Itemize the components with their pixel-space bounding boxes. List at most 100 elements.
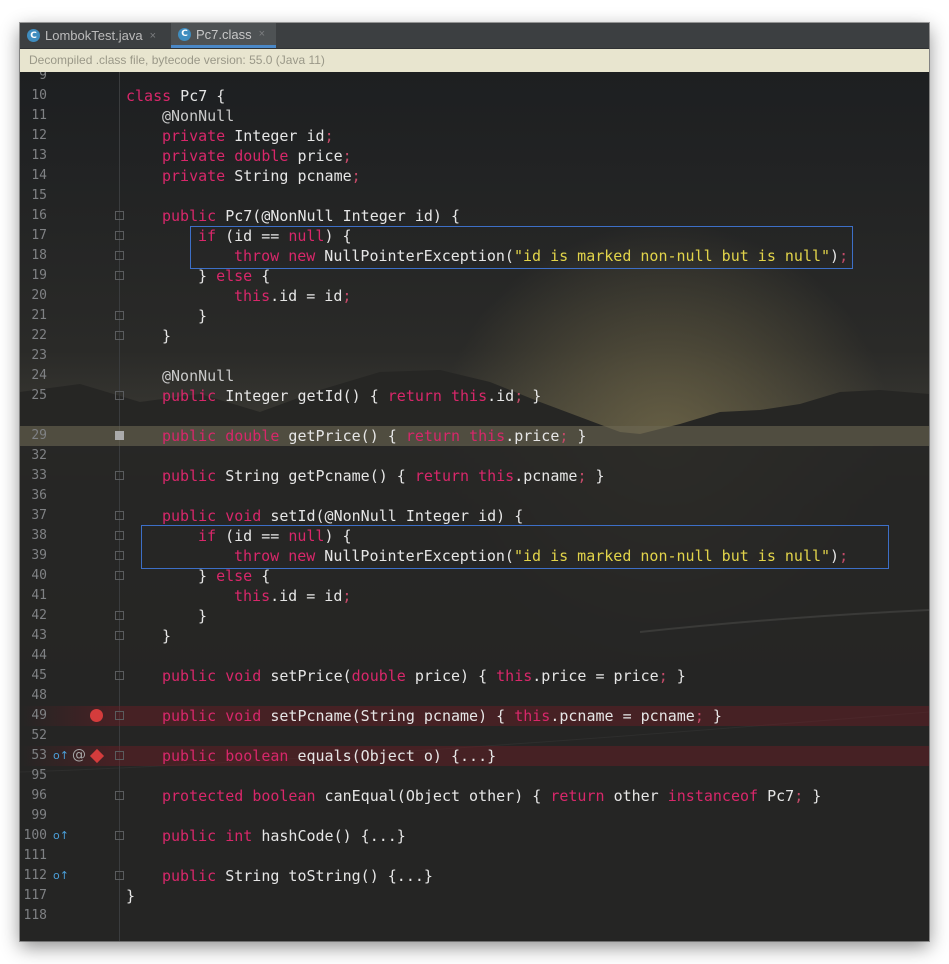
line-number: 12 (31, 128, 47, 143)
code-text: } (162, 327, 172, 345)
code-text: } else { (198, 267, 271, 285)
line-number: 20 (31, 288, 47, 303)
highlight-box (141, 525, 889, 569)
code-text: public Pc7(@NonNull Integer id) { (162, 207, 461, 225)
code-line: 53 public boolean equals(Object o) {...} (20, 746, 929, 766)
notice-text: Decompiled .class file, bytecode version… (29, 53, 325, 67)
breakpoint-icon[interactable] (90, 709, 103, 722)
code-line: 96 protected boolean canEqual(Object oth… (20, 786, 929, 806)
fold-marker-icon[interactable] (115, 311, 124, 320)
code-line: 42 } (20, 606, 929, 626)
close-icon[interactable]: × (259, 28, 265, 40)
code-text: } (126, 887, 136, 905)
line-number: 10 (31, 88, 47, 103)
fold-marker-icon[interactable] (115, 671, 124, 680)
code-editor[interactable]: 9 10 class Pc7 { 11 @NonNull 12 private … (20, 72, 929, 941)
override-icon[interactable]: o↑ (53, 749, 69, 762)
close-icon[interactable]: × (150, 30, 156, 42)
ide-window: C LombokTest.java × C Pc7.class × Decomp… (20, 23, 929, 941)
line-number: 36 (31, 488, 47, 503)
code-line: 21 } (20, 306, 929, 326)
line-number: 39 (31, 548, 47, 563)
fold-marker-icon[interactable] (115, 331, 124, 340)
line-number: 95 (31, 768, 47, 783)
annotation-icon[interactable]: @ (72, 747, 86, 763)
class-c-icon: C (27, 29, 40, 42)
code-text: @NonNull (162, 107, 235, 125)
code-text: } else { (198, 567, 271, 585)
line-number: 117 (23, 888, 47, 903)
code-text: public void setPcname(String pcname) { t… (162, 707, 722, 725)
code-line: 25 public Integer getId() { return this.… (20, 386, 929, 406)
tab-lomboktest[interactable]: C LombokTest.java × (20, 23, 171, 48)
code-line: 95 (20, 766, 929, 786)
fold-marker-icon[interactable] (115, 391, 124, 400)
code-text: public String toString() {...} (162, 867, 433, 885)
fold-marker-icon[interactable] (115, 511, 124, 520)
fold-marker-icon[interactable] (115, 531, 124, 540)
code-line: 13 private double price; (20, 146, 929, 166)
code-text: class Pc7 { (126, 87, 226, 105)
code-line: 15 (20, 186, 929, 206)
line-number: 53 (31, 748, 47, 763)
line-number: 43 (31, 628, 47, 643)
code-text: public boolean equals(Object o) {...} (162, 747, 497, 765)
line-number: 21 (31, 308, 47, 323)
line-number: 48 (31, 688, 47, 703)
line-number: 19 (31, 268, 47, 283)
line-number: 18 (31, 248, 47, 263)
code-text: public double getPrice() { return this.p… (162, 427, 587, 445)
fold-marker-icon[interactable] (115, 871, 124, 880)
fold-marker-icon[interactable] (115, 571, 124, 580)
override-icon[interactable]: o↑ (53, 869, 69, 882)
code-line: 117 } (20, 886, 929, 906)
code-line: 112 public String toString() {...} (20, 866, 929, 886)
override-icon[interactable]: o↑ (53, 829, 69, 842)
code-line: 33 public String getPcname() { return th… (20, 466, 929, 486)
code-line: 44 (20, 646, 929, 666)
code-line: 11 @NonNull (20, 106, 929, 126)
fold-marker-icon[interactable] (115, 211, 124, 220)
code-text: protected boolean canEqual(Object other)… (162, 787, 822, 805)
fold-expand-icon[interactable] (115, 431, 124, 440)
tab-label: Pc7.class (196, 26, 252, 42)
code-line: 100 public int hashCode() {...} (20, 826, 929, 846)
fold-marker-icon[interactable] (115, 271, 124, 280)
code-line: 111 (20, 846, 929, 866)
fold-marker-icon[interactable] (115, 231, 124, 240)
line-number: 33 (31, 468, 47, 483)
tab-pc7-class[interactable]: C Pc7.class × (171, 23, 276, 48)
line-number: 13 (31, 148, 47, 163)
fold-marker-icon[interactable] (115, 831, 124, 840)
tab-label: LombokTest.java (45, 28, 143, 43)
line-number: 15 (31, 188, 47, 203)
code-text: private String pcname; (162, 167, 361, 185)
code-line: 24 @NonNull (20, 366, 929, 386)
code-line: 19 } else { (20, 266, 929, 286)
fold-marker-icon[interactable] (115, 251, 124, 260)
code-text: @NonNull (162, 367, 235, 385)
code-text: this.id = id; (234, 287, 352, 305)
fold-marker-icon[interactable] (115, 711, 124, 720)
line-number: 40 (31, 568, 47, 583)
code-text: public int hashCode() {...} (162, 827, 406, 845)
fold-marker-icon[interactable] (115, 791, 124, 800)
code-line: 99 (20, 806, 929, 826)
line-number: 99 (31, 808, 47, 823)
line-number: 37 (31, 508, 47, 523)
code-text: private Integer id; (162, 127, 334, 145)
code-text: this.id = id; (234, 587, 352, 605)
code-line: 40 } else { (20, 566, 929, 586)
line-number: 41 (31, 588, 47, 603)
fold-marker-icon[interactable] (115, 631, 124, 640)
fold-marker-icon[interactable] (115, 611, 124, 620)
code-line: 37 public void setId(@NonNull Integer id… (20, 506, 929, 526)
line-number: 42 (31, 608, 47, 623)
code-line: 45 public void setPrice(double price) { … (20, 666, 929, 686)
code-line: 14 private String pcname; (20, 166, 929, 186)
fold-marker-icon[interactable] (115, 751, 124, 760)
fold-marker-icon[interactable] (115, 551, 124, 560)
code-line: 36 (20, 486, 929, 506)
fold-marker-icon[interactable] (115, 471, 124, 480)
line-number: 96 (31, 788, 47, 803)
